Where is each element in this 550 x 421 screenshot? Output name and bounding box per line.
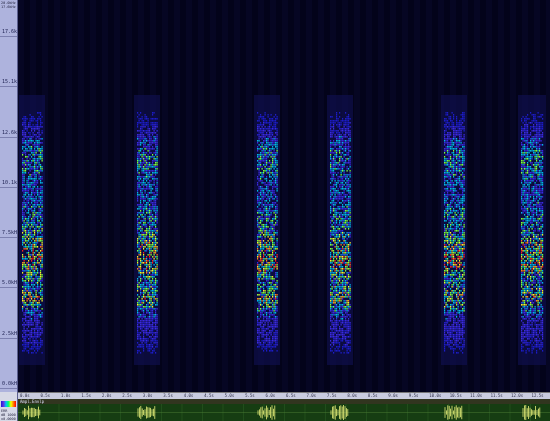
frequency-axis: 20.0kHz 17.6kHz 17.6kHz 15.1kHz 12.6kHz 10.…	[0, 0, 18, 392]
frequency-tick	[0, 136, 17, 138]
signal-burst	[518, 95, 546, 365]
signal-burst	[327, 95, 353, 365]
color-scale-bar	[1, 401, 16, 407]
frequency-tick	[0, 86, 17, 88]
waveform-burst	[22, 405, 41, 420]
frequency-tick-label: 2.5kHz	[2, 330, 18, 337]
signal-burst	[441, 95, 467, 365]
frequency-tick-label: 10.1kHz	[2, 179, 18, 186]
signal-burst	[254, 95, 280, 365]
frequency-tick-label: 17.6kHz	[2, 29, 18, 35]
waveform-burst	[522, 405, 541, 420]
signal-burst	[19, 95, 45, 365]
frequency-tick-label: 0.0kHz	[2, 381, 18, 387]
waveform-burst	[330, 405, 349, 420]
waveform-burst	[444, 405, 463, 420]
frequency-range-readout: 20.0kHz 17.6kHz	[1, 1, 16, 9]
frequency-tick-label: 7.5kHz	[2, 230, 18, 237]
scale-readout: ERR dB 1000 x0.0000	[1, 409, 16, 421]
waveform-burst	[137, 406, 156, 419]
signal-burst	[134, 95, 160, 365]
frequency-tick	[0, 36, 17, 37]
waveform-burst	[257, 405, 276, 420]
frequency-tick-label: 12.6kHz	[2, 129, 18, 136]
waveform-track[interactable]	[18, 404, 550, 421]
frequency-tick	[0, 186, 17, 188]
spectrogram-plot[interactable]	[18, 0, 550, 392]
frequency-tick-label: 5.0kHz	[2, 280, 18, 287]
frequency-tick	[0, 337, 17, 339]
frequency-tick-label: 15.1kHz	[2, 79, 18, 86]
color-scale-panel: ERR dB 1000 x0.0000	[0, 392, 18, 421]
spectrogram-canvas	[18, 0, 550, 392]
waveform-canvas	[18, 404, 550, 421]
frequency-tick	[0, 287, 17, 289]
frequency-tick	[0, 388, 17, 389]
frequency-tick	[0, 237, 17, 239]
spectrogram-window: 20.0kHz 17.6kHz 17.6kHz 15.1kHz 12.6kHz 10.…	[0, 0, 550, 421]
